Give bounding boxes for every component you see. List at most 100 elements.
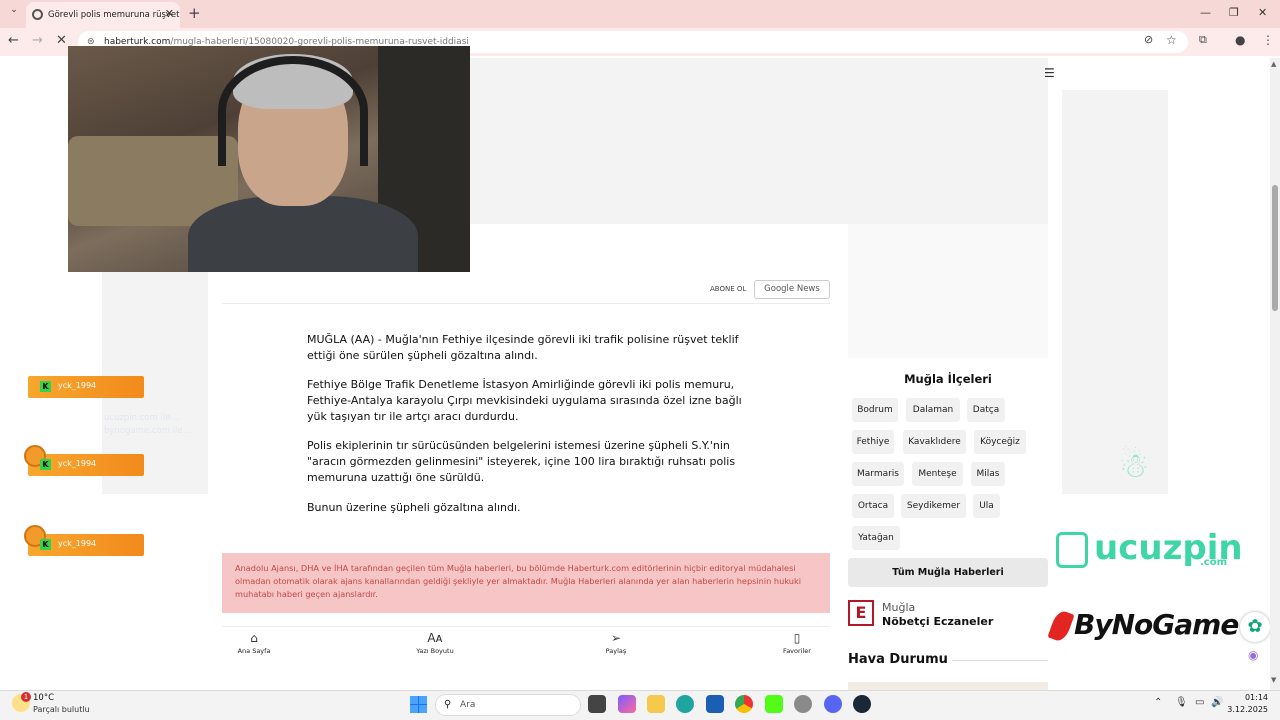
clock-time[interactable]: 01:14 [1236, 693, 1268, 702]
article-paragraph-1: MUĞLA (AA) - Muğla'nın Fethiye ilçesinde… [307, 333, 739, 362]
pharmacy-link[interactable]: Nöbetçi Eczaneler [882, 615, 993, 628]
stream-alert: K yck_1994 [24, 445, 144, 476]
search-icon: ⚲ [444, 699, 452, 710]
article-paragraph-4: Bunun üzerine şüpheli gözaltına alındı. [307, 501, 521, 514]
webcam-headset [218, 56, 368, 166]
kick-icon: K [40, 459, 51, 470]
chrome-icon[interactable] [735, 695, 753, 713]
restore-icon[interactable]: ❐ [1229, 6, 1239, 19]
eye-off-icon[interactable]: ⊘ [1144, 33, 1153, 46]
steam-icon[interactable] [853, 695, 871, 713]
site-menu-icon[interactable]: ☰ [1044, 66, 1055, 80]
menu-kebab-icon[interactable]: ⋮ [1262, 33, 1274, 47]
share-button[interactable]: ➢ Paylaş [586, 631, 646, 655]
all-mugla-news-button[interactable]: Tüm Muğla Haberleri [848, 558, 1048, 587]
forward-icon[interactable]: → [32, 33, 43, 48]
stop-loading-icon[interactable]: ✕ [56, 33, 67, 48]
pharmacy-city[interactable]: Muğla [882, 601, 915, 614]
district-chip-datca[interactable]: Datça [967, 398, 1005, 422]
tab-title: Görevli polis memuruna rüşvet [48, 10, 180, 20]
district-chip-fethiye[interactable]: Fethiye [852, 430, 894, 454]
home-label: Ana Sayfa [237, 647, 271, 655]
tab-close-icon[interactable]: ✕ [165, 7, 174, 20]
right-skyscraper-ad [1062, 90, 1168, 494]
header-divider [222, 303, 830, 304]
volume-icon[interactable]: 🔊 [1211, 697, 1223, 708]
agency-notice: Anadolu Ajansı, DHA ve İHA tarafından ge… [222, 553, 830, 613]
copilot-icon[interactable] [618, 695, 636, 713]
microphone-icon[interactable]: 🎙 [1175, 697, 1188, 708]
alert-username: yck_1994 [58, 381, 97, 390]
scrollbar[interactable] [1270, 58, 1280, 690]
webcam-person-body [188, 196, 418, 272]
district-chip-ula[interactable]: Ula [973, 494, 1000, 518]
edge-icon[interactable] [676, 695, 694, 713]
mascot-icon: ☃ [1118, 446, 1150, 486]
file-explorer-icon[interactable] [647, 695, 665, 713]
district-chip-ortaca[interactable]: Ortaca [852, 494, 894, 518]
alert-username: yck_1994 [58, 459, 97, 468]
google-news-button[interactable]: Google News [754, 280, 830, 299]
browser-tab[interactable]: Görevli polis memuruna rüşvet ✕ [26, 2, 180, 28]
ucuzpin-icon [1056, 531, 1088, 568]
bookmark-star-icon[interactable]: ☆ [1166, 33, 1177, 47]
home-button[interactable]: ⌂ Ana Sayfa [224, 631, 284, 655]
article-action-bar [222, 626, 830, 662]
right-ad-slot [848, 224, 1048, 358]
taskbar-search-placeholder: Ara [460, 700, 476, 710]
scroll-down-icon[interactable]: ▼ [1271, 676, 1276, 684]
stream-alert: K yck_1994 [24, 525, 144, 556]
bynogame-text: ByNoGame [1074, 608, 1239, 641]
kick-app-icon[interactable] [765, 695, 783, 713]
subscribe-label: ABONE OL [710, 285, 747, 293]
district-chip-koycegiz[interactable]: Köyceğiz [974, 430, 1026, 454]
district-chip-kavaklidere[interactable]: Kavaklıdere [903, 430, 966, 454]
chatgpt-icon[interactable]: ✿ [1240, 612, 1270, 642]
tray-overflow-icon[interactable]: ⌃ [1154, 697, 1162, 708]
overlay-faint-text: ucuzpin.com ile ... bynogame.com ile ... [104, 413, 194, 436]
webcam-overlay [68, 46, 470, 272]
district-chip-dalaman[interactable]: Dalaman [906, 398, 960, 422]
discord-icon[interactable] [824, 695, 842, 713]
clock-date[interactable]: 3.12.2025 [1226, 705, 1268, 714]
weather-temp[interactable]: 10°C [33, 693, 54, 703]
favorites-button[interactable]: ▯ Favoriler [767, 631, 827, 655]
district-chip-bodrum[interactable]: Bodrum [852, 398, 898, 422]
scrollbar-thumb[interactable] [1272, 185, 1278, 311]
tab-search-icon[interactable]: ⌄ [6, 5, 22, 21]
extensions-icon[interactable]: ⧉ [1199, 33, 1207, 47]
windows-start-icon[interactable] [410, 696, 427, 713]
profile-avatar-icon[interactable]: ● [1235, 33, 1245, 47]
top-ad-slot [470, 58, 1048, 224]
weather-condition[interactable]: Parçalı bulutlu [33, 705, 90, 714]
district-chip-mentese[interactable]: Menteşe [912, 462, 963, 486]
districts-title: Muğla İlçeleri [904, 372, 992, 386]
store-icon[interactable] [706, 695, 724, 713]
ucuzpin-domain: .com [1200, 557, 1228, 568]
weather-heading: Hava Durumu [848, 652, 948, 667]
task-view-icon[interactable] [588, 695, 606, 713]
brain-icon[interactable]: ◉ [1248, 648, 1258, 662]
taskbar-search[interactable]: ⚲ Ara [435, 694, 581, 716]
network-icon[interactable]: ▭ [1195, 697, 1204, 708]
back-icon[interactable]: ← [8, 33, 19, 48]
windows-taskbar [0, 690, 1280, 720]
district-chip-yatagan[interactable]: Yatağan [852, 526, 900, 550]
kick-icon: K [40, 381, 51, 392]
new-tab-button[interactable]: + [188, 4, 201, 22]
article-paragraph-3: Polis ekiplerinin tır sürücüsünden belge… [307, 439, 736, 484]
district-chip-marmaris[interactable]: Marmaris [852, 462, 904, 486]
minimize-icon[interactable]: — [1200, 6, 1211, 19]
share-label: Paylaş [605, 647, 627, 655]
font-size-icon: Aᴀ [427, 631, 443, 645]
settings-gear-icon[interactable] [794, 695, 812, 713]
site-favicon-icon [32, 9, 43, 20]
font-size-button[interactable]: Aᴀ Yazı Boyutu [405, 631, 465, 655]
window-close-icon[interactable]: ✕ [1258, 6, 1267, 19]
district-chip-milas[interactable]: Milas [971, 462, 1005, 486]
pharmacy-logo-icon[interactable]: E [848, 600, 874, 626]
font-size-label: Yazı Boyutu [416, 647, 454, 655]
bynogame-logo: ByNoGame [1047, 608, 1239, 644]
district-chip-seydikemer[interactable]: Seydikemer [901, 494, 966, 518]
scroll-up-icon[interactable]: ▲ [1271, 60, 1276, 68]
